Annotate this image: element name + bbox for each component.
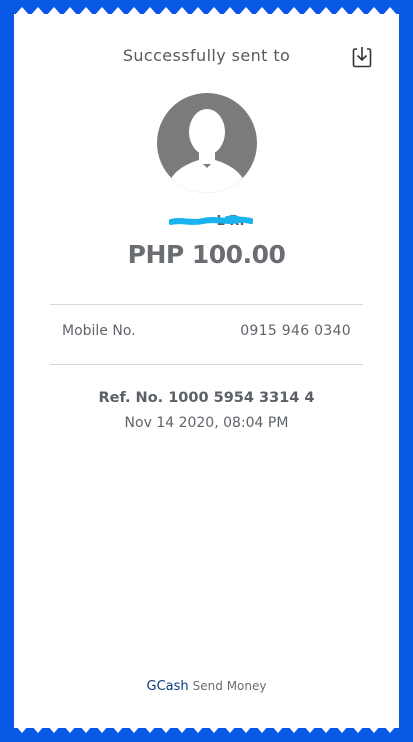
user-avatar-icon <box>157 93 257 193</box>
brand-logo-text: GCash <box>146 679 189 694</box>
amount-sent: PHP 100.00 <box>127 240 286 269</box>
download-icon[interactable] <box>350 45 374 69</box>
recipient-name: L R. <box>168 213 253 231</box>
transaction-datetime: Nov 14 2020, 08:04 PM <box>124 415 289 431</box>
mobile-label: Mobile No. <box>62 323 136 339</box>
receipt-card: Successfully sent to L R. PHP 100.00 Mob… <box>14 14 399 728</box>
divider <box>50 364 363 365</box>
recipient-name-row: L R. <box>14 210 399 234</box>
reference-number: Ref. No. 1000 5954 3314 4 <box>98 390 315 406</box>
footer: GCash Send Money <box>14 679 399 694</box>
mobile-value: 0915 946 0340 <box>240 323 351 339</box>
divider <box>50 304 363 305</box>
service-label: Send Money <box>192 679 267 693</box>
page-title: Successfully sent to <box>122 46 291 65</box>
receipt-scallop-bottom <box>14 724 399 733</box>
redaction-scribble <box>168 215 253 225</box>
